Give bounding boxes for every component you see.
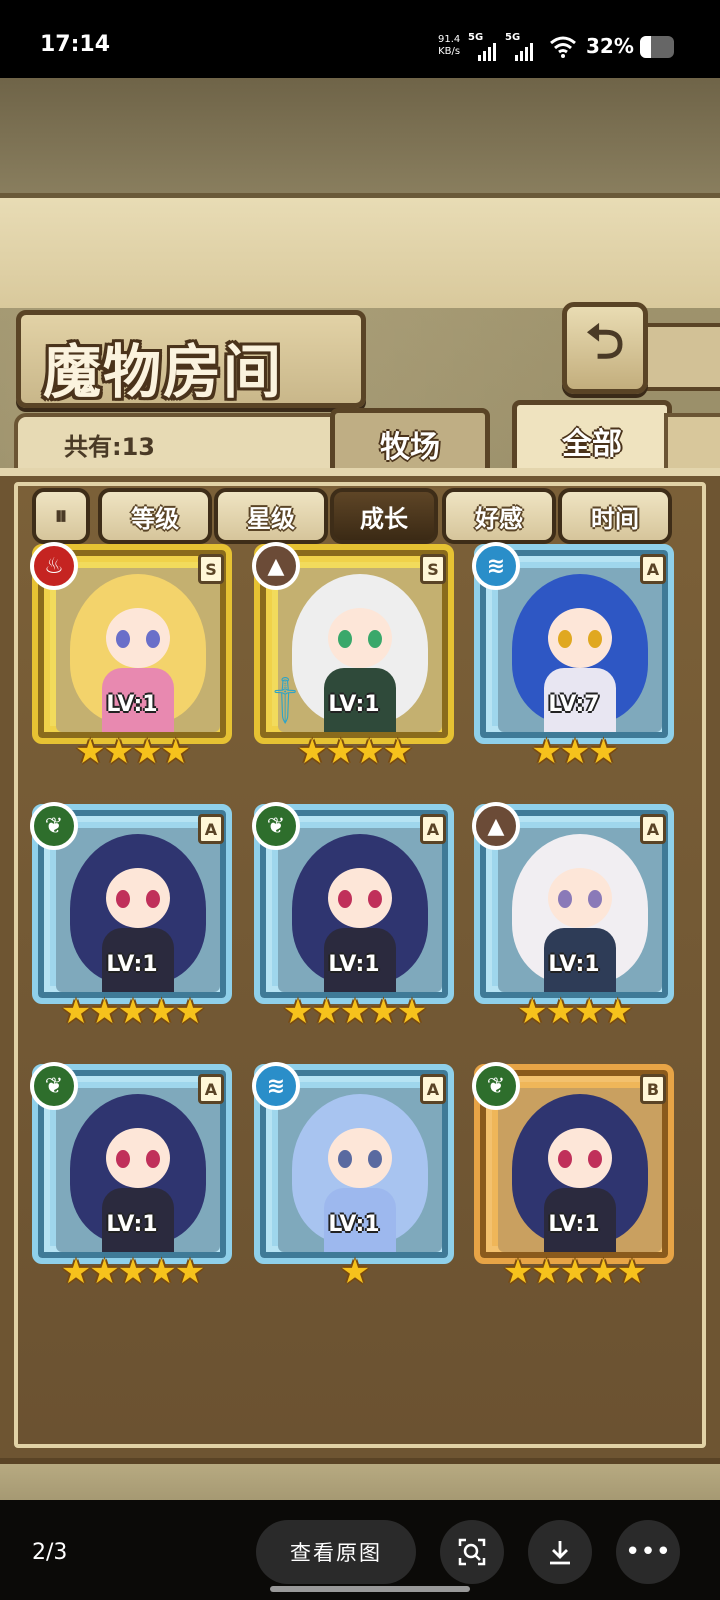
rank-badge: A: [640, 814, 666, 844]
monster-level: LV:1: [106, 952, 158, 977]
status-bar: 17:14 91.4 KB/s 5G 5G 32%: [0, 0, 720, 78]
count-plate: 共有:13: [14, 413, 342, 469]
monster-level: LV:1: [106, 1212, 158, 1237]
parchment-header: [0, 193, 720, 308]
star-rating: ★★★★★: [282, 992, 427, 1032]
download-button[interactable]: [528, 1520, 592, 1584]
wood-element-icon: ❦: [472, 1062, 520, 1110]
filter-level[interactable]: 等级: [98, 488, 212, 544]
monster-card[interactable]: ≋ A LV:1 ★: [252, 1062, 460, 1300]
monster-level: LV:1: [548, 952, 600, 977]
monster-level: LV:1: [548, 1212, 600, 1237]
wifi-icon: [550, 36, 576, 58]
monster-card[interactable]: ▲ A LV:1 ★★★★: [472, 802, 680, 1040]
monster-card[interactable]: ♨ S LV:1 ★★★★: [30, 542, 238, 780]
star-rating: ★: [339, 1252, 370, 1292]
monster-card[interactable]: ▲ S 🗡 LV:1 ★★★★: [252, 542, 460, 780]
download-icon: [550, 1541, 570, 1565]
sort-toggle-button[interactable]: ⏸: [32, 488, 90, 544]
wood-element-icon: ❦: [30, 802, 78, 850]
network-speed: 91.4 KB/s: [438, 34, 461, 57]
earth-element-icon: ▲: [472, 802, 520, 850]
sort-toggle-icon: ⏸: [54, 500, 68, 531]
rank-badge: A: [420, 1074, 446, 1104]
rank-badge: A: [420, 814, 446, 844]
star-rating: ★★★★★: [60, 1252, 205, 1292]
tab-all[interactable]: 全部: [512, 400, 672, 477]
monster-level: LV:1: [328, 1212, 380, 1237]
monster-card[interactable]: ❦ B LV:1 ★★★★★: [472, 1062, 680, 1300]
star-rating: ★★★★: [517, 992, 633, 1032]
wood-element-icon: ❦: [30, 1062, 78, 1110]
star-rating: ★★★★: [297, 732, 413, 772]
monster-level: LV:7: [548, 692, 600, 717]
title-plate: 魔物房间: [16, 310, 366, 408]
battery-percent: 32%: [586, 34, 634, 58]
cell-signal-icon: 5G: [468, 32, 498, 61]
monster-card[interactable]: ❦ A LV:1 ★★★★★: [252, 802, 460, 1040]
rank-badge: A: [640, 554, 666, 584]
sort-filter-bar: ⏸ 等级 星级 成长 好感 时间: [32, 488, 692, 544]
earth-element-icon: ▲: [252, 542, 300, 590]
wood-element-icon: ❦: [252, 802, 300, 850]
map-background: [0, 78, 720, 198]
fire-element-icon: ♨: [30, 542, 78, 590]
battery-icon: [640, 36, 674, 58]
water-element-icon: ≋: [472, 542, 520, 590]
rank-badge: S: [198, 554, 224, 584]
tab-ranch[interactable]: 牧场: [330, 408, 490, 475]
monster-level: LV:1: [106, 692, 158, 717]
monster-count: 共有:13: [64, 433, 155, 461]
monster-level: LV:1: [328, 952, 380, 977]
rank-badge: S: [420, 554, 446, 584]
page-title: 魔物房间: [43, 338, 284, 406]
filter-growth[interactable]: 成长: [330, 488, 438, 544]
filter-time[interactable]: 时间: [558, 488, 672, 544]
home-indicator: [270, 1586, 470, 1592]
rank-badge: A: [198, 814, 224, 844]
monster-level: LV:1: [328, 692, 380, 717]
back-button[interactable]: ⮌: [562, 302, 648, 394]
view-original-button[interactable]: 查看原图: [256, 1520, 416, 1584]
image-search-button[interactable]: [440, 1520, 504, 1584]
viewer-toolbar: 2/3 查看原图 •••: [0, 1500, 720, 1600]
rank-badge: B: [640, 1074, 666, 1104]
star-rating: ★★★: [531, 732, 618, 772]
more-icon: •••: [624, 1537, 671, 1567]
image-search-icon: [458, 1538, 486, 1566]
back-button-rail: [640, 323, 720, 391]
filter-stars[interactable]: 星级: [214, 488, 328, 544]
monster-card[interactable]: ❦ A LV:1 ★★★★★: [30, 802, 238, 1040]
star-rating: ★★★★: [75, 732, 191, 772]
cell-signal-icon: 5G: [505, 32, 535, 61]
monster-card[interactable]: ❦ A LV:1 ★★★★★: [30, 1062, 238, 1300]
back-arrow-icon: ⮌: [585, 313, 625, 370]
water-element-icon: ≋: [252, 1062, 300, 1110]
game-screen: 魔物房间 ⮌ 共有:13 牧场 全部 ⏸ 等级 星级 成长 好感 时间 ♨ S LV…: [0, 78, 720, 1584]
page-indicator: 2/3: [32, 1540, 68, 1565]
clock: 17:14: [40, 32, 111, 57]
monster-card[interactable]: ≋ A LV:7 ★★★: [472, 542, 680, 780]
more-button[interactable]: •••: [616, 1520, 680, 1584]
star-rating: ★★★★★: [60, 992, 205, 1032]
filter-affection[interactable]: 好感: [442, 488, 556, 544]
star-rating: ★★★★★: [502, 1252, 647, 1292]
rank-badge: A: [198, 1074, 224, 1104]
